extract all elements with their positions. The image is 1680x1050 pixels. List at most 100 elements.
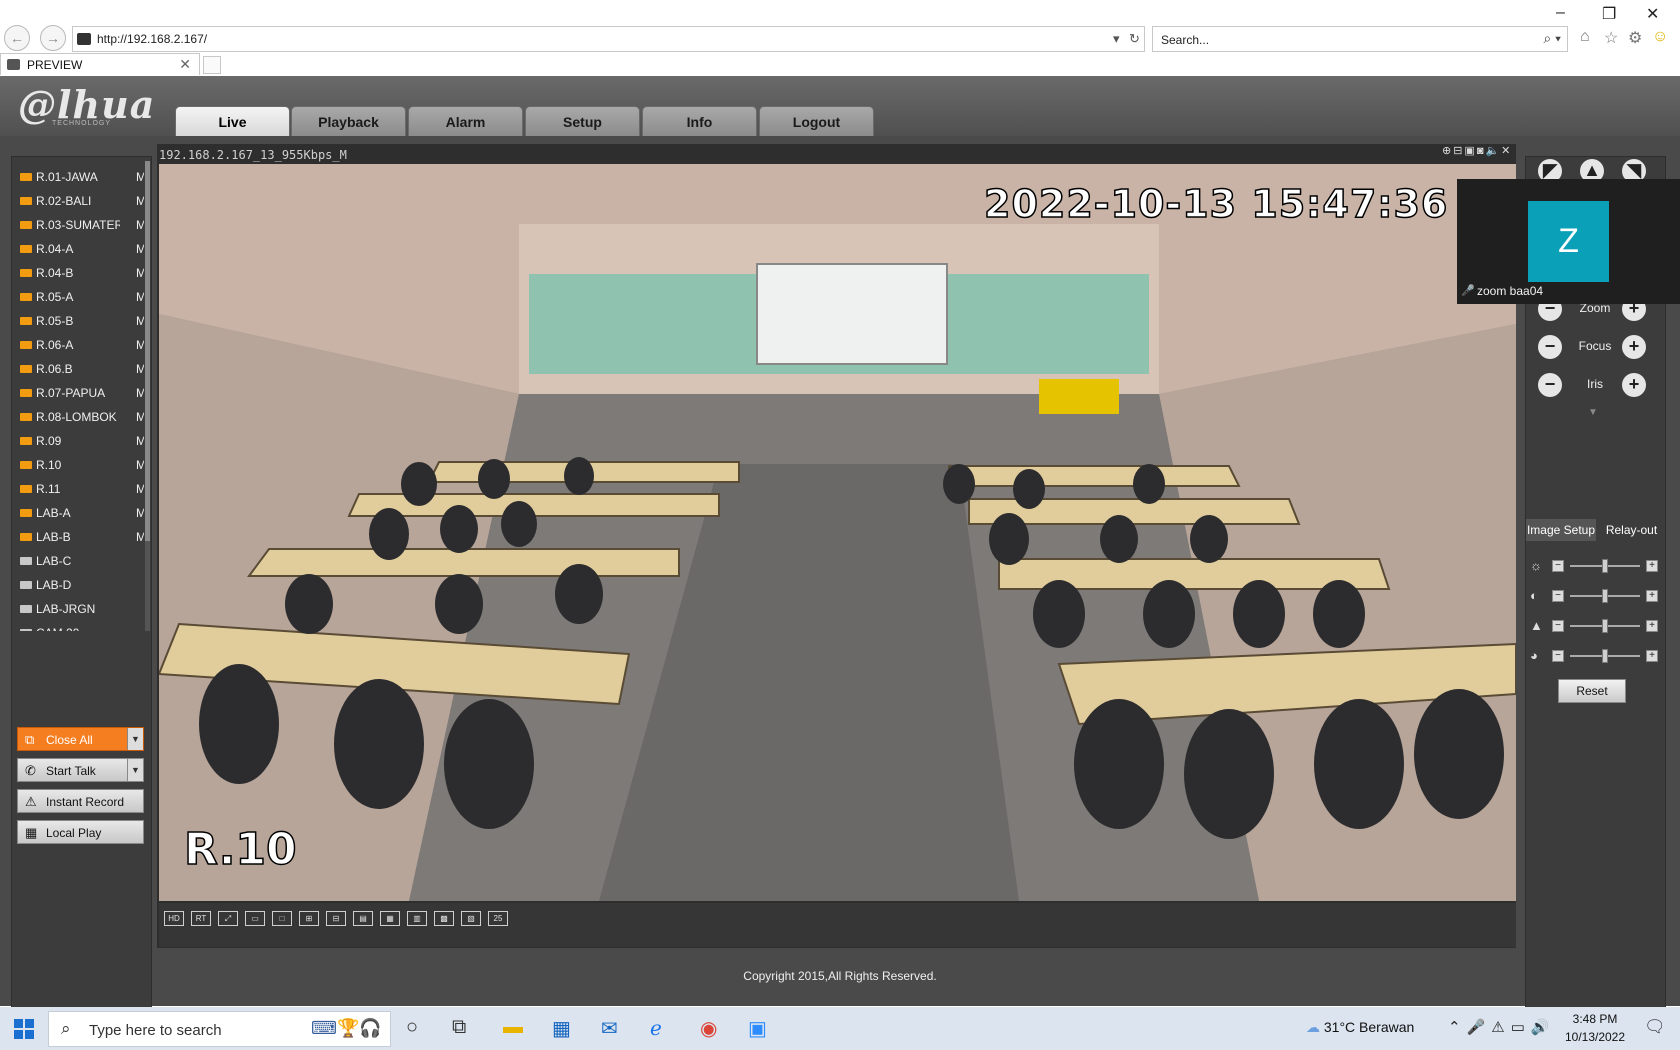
- internet-explorer-icon[interactable]: ℯ: [650, 1016, 662, 1041]
- live-video-feed[interactable]: 2022-10-13 15:47:36 R.10: [159, 164, 1516, 901]
- tab-playback[interactable]: Playback: [291, 106, 406, 136]
- camera-stream-mode[interactable]: M: [136, 218, 144, 232]
- task-view-icon[interactable]: ⧉: [452, 1016, 466, 1039]
- cortana-icon[interactable]: ○: [406, 1016, 418, 1039]
- tab-image-setup[interactable]: Image Setup: [1526, 519, 1596, 541]
- camera-stream-mode[interactable]: M: [136, 242, 144, 256]
- back-icon[interactable]: ←: [4, 25, 30, 51]
- windows-start-icon[interactable]: [14, 1019, 34, 1039]
- layout-25-button[interactable]: 25: [488, 911, 508, 926]
- fullscreen-button[interactable]: ⤢: [218, 911, 238, 926]
- zoom-meeting-overlay[interactable]: Z 🎤 zoom baa04: [1457, 179, 1680, 304]
- camera-list-item[interactable]: R.03-SUMATERA M: [20, 215, 144, 237]
- tab-logout[interactable]: Logout: [759, 106, 874, 136]
- dropdown-icon[interactable]: ▾: [1113, 31, 1120, 47]
- brightness-decrease-button[interactable]: −: [1552, 560, 1564, 572]
- camera-list-item[interactable]: R.07-PAPUA M: [20, 383, 144, 405]
- camera-list-item[interactable]: R.10 M: [20, 455, 144, 477]
- chrome-icon[interactable]: ◉: [700, 1016, 717, 1041]
- camera-list-scrollbar[interactable]: [145, 161, 150, 631]
- saturation-decrease-button[interactable]: −: [1552, 620, 1564, 632]
- camera-stream-mode[interactable]: M: [136, 314, 144, 328]
- file-explorer-icon[interactable]: ▬: [503, 1016, 523, 1039]
- camera-list-item[interactable]: R.05-A M: [20, 287, 144, 309]
- hue-slider-knob[interactable]: [1602, 649, 1608, 663]
- close-all-dropdown-icon[interactable]: ▼: [127, 728, 143, 750]
- settings-gear-icon[interactable]: ⚙: [1628, 28, 1642, 48]
- taskbar-search-input[interactable]: ⌕ Type here to search ⌨🏆🎧: [48, 1011, 391, 1047]
- hue-increase-button[interactable]: +: [1646, 650, 1658, 662]
- camera-list-item[interactable]: LAB-A M: [20, 503, 144, 525]
- contrast-decrease-button[interactable]: −: [1552, 590, 1564, 602]
- layout-13-button[interactable]: ▥: [407, 911, 427, 926]
- camera-list-item[interactable]: R.01-JAWA M: [20, 167, 144, 189]
- widescreen-button[interactable]: ▭: [245, 911, 265, 926]
- camera-list-item[interactable]: R.02-BALI M: [20, 191, 144, 213]
- camera-stream-mode[interactable]: M: [136, 290, 144, 304]
- mail-icon[interactable]: ✉: [601, 1016, 618, 1041]
- camera-stream-mode[interactable]: M: [136, 338, 144, 352]
- tab-relay-out[interactable]: Relay-out: [1598, 519, 1665, 541]
- focus-minus-button[interactable]: −: [1538, 335, 1562, 359]
- browser-search-input[interactable]: Search... ⌕ ▾: [1152, 26, 1568, 52]
- address-bar[interactable]: http://192.168.2.167/ ▾ ↻: [72, 26, 1145, 52]
- camera-list-item[interactable]: LAB-B M: [20, 527, 144, 549]
- collapse-arrow-icon[interactable]: ▼: [1588, 407, 1598, 418]
- local-play-button[interactable]: ▦ Local Play: [17, 820, 144, 844]
- camera-stream-mode[interactable]: M: [136, 386, 144, 400]
- new-tab-icon[interactable]: [203, 56, 221, 74]
- video-window-controls[interactable]: ⊕⊟▣◙🔈✕: [1442, 144, 1522, 158]
- tab-close-icon[interactable]: ✕: [179, 56, 191, 73]
- camera-stream-mode[interactable]: M: [136, 482, 144, 496]
- layout-6-button[interactable]: ⊟: [326, 911, 346, 926]
- camera-list-item[interactable]: R.04-A M: [20, 239, 144, 261]
- camera-stream-mode[interactable]: M: [136, 458, 144, 472]
- tab-info[interactable]: Info: [642, 106, 757, 136]
- tab-setup[interactable]: Setup: [525, 106, 640, 136]
- close-all-button[interactable]: ⧉ Close All ▼: [17, 727, 144, 751]
- contrast-slider-knob[interactable]: [1602, 589, 1608, 603]
- saturation-increase-button[interactable]: +: [1646, 620, 1658, 632]
- favorites-star-icon[interactable]: ☆: [1604, 28, 1618, 48]
- iris-minus-button[interactable]: −: [1538, 373, 1562, 397]
- camera-stream-mode[interactable]: M: [136, 194, 144, 208]
- taskbar-clock[interactable]: 3:48 PM 10/13/2022: [1560, 1010, 1630, 1046]
- zoom-app-icon[interactable]: ▣: [748, 1016, 767, 1041]
- refresh-icon[interactable]: ↻: [1129, 31, 1140, 47]
- tab-alarm[interactable]: Alarm: [408, 106, 523, 136]
- search-icon[interactable]: ⌕ ▾: [1543, 30, 1561, 47]
- camera-list-item[interactable]: R.06.B M: [20, 359, 144, 381]
- layout-1-button[interactable]: □: [272, 911, 292, 926]
- system-tray-icons[interactable]: ⌃🎤⚠▭🔊: [1448, 1018, 1556, 1036]
- camera-list-item[interactable]: LAB-D: [20, 575, 144, 597]
- camera-list-item[interactable]: R.05-B M: [20, 311, 144, 333]
- brightness-slider-knob[interactable]: [1602, 559, 1608, 573]
- brightness-increase-button[interactable]: +: [1646, 560, 1658, 572]
- store-icon[interactable]: ▦: [552, 1016, 571, 1041]
- forward-icon[interactable]: →: [40, 25, 66, 51]
- camera-stream-mode[interactable]: M: [136, 506, 144, 520]
- contrast-increase-button[interactable]: +: [1646, 590, 1658, 602]
- home-icon[interactable]: ⌂: [1580, 28, 1590, 46]
- camera-list-item[interactable]: CAM 20: [20, 623, 144, 631]
- minimize-icon[interactable]: –: [1556, 4, 1565, 22]
- camera-list-item[interactable]: R.06-A M: [20, 335, 144, 357]
- camera-list-item[interactable]: R.09 M: [20, 431, 144, 453]
- layout-hd-button[interactable]: HD: [164, 911, 184, 926]
- layout-9-button[interactable]: ▦: [380, 911, 400, 926]
- restore-icon[interactable]: ❐: [1602, 4, 1616, 24]
- tab-live[interactable]: Live: [175, 106, 290, 136]
- focus-plus-button[interactable]: +: [1622, 335, 1646, 359]
- iris-plus-button[interactable]: +: [1622, 373, 1646, 397]
- reset-button[interactable]: Reset: [1558, 679, 1626, 703]
- camera-list-item[interactable]: R.04-B M: [20, 263, 144, 285]
- layout-4-button[interactable]: ⊞: [299, 911, 319, 926]
- start-talk-button[interactable]: ✆ Start Talk ▼: [17, 758, 144, 782]
- saturation-slider-knob[interactable]: [1602, 619, 1608, 633]
- smiley-feedback-icon[interactable]: ☺: [1652, 28, 1668, 46]
- browser-tab[interactable]: PREVIEW ✕: [0, 53, 200, 75]
- camera-stream-mode[interactable]: M: [136, 362, 144, 376]
- camera-list-item[interactable]: LAB-JRGN: [20, 599, 144, 621]
- camera-stream-mode[interactable]: M: [136, 410, 144, 424]
- layout-rt-button[interactable]: RT: [191, 911, 211, 926]
